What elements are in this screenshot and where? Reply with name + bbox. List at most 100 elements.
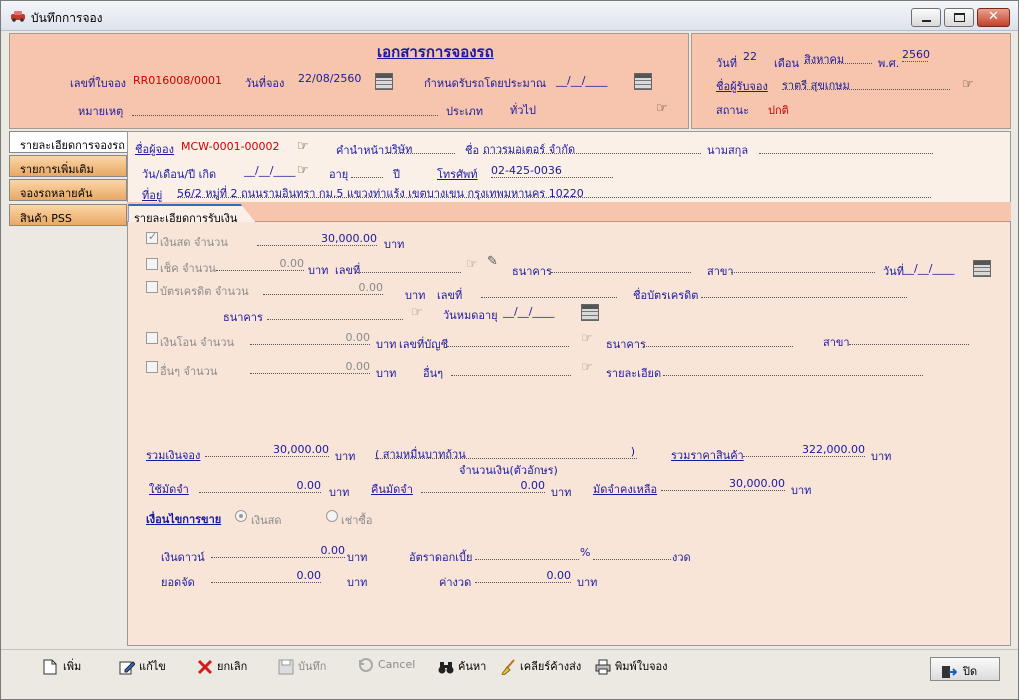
deposit-return-label[interactable]: คืนมัดจำ [371,480,413,498]
clear-pending-button[interactable]: เคลียร์ค้างส่ง [500,657,581,681]
credit-card-amount[interactable]: 0.00 [263,281,383,295]
lookup-hand-icon[interactable]: ☞ [297,139,309,154]
cheque-amount[interactable]: 0.00 [216,257,304,271]
tab-pss-products[interactable]: สินค้า PSS [9,204,127,226]
account-no-field[interactable] [447,333,569,347]
cheque-checkbox[interactable] [146,258,158,270]
cash-amount[interactable]: 30,000.00 [257,232,377,246]
calendar-icon[interactable] [581,304,599,321]
phone-value[interactable]: 02-425-0036 [491,164,613,178]
search-button[interactable]: ค้นหา [438,657,486,681]
cheque-baht: บาท [308,264,329,277]
cancel-document-button[interactable]: ยกเลิก [197,657,247,681]
transfer-bank-field[interactable] [643,333,793,347]
cash-checkbox[interactable]: ✓ [146,230,158,244]
expiry-value[interactable]: __/__/____ [503,305,554,318]
cheque-label: เช็ค จำนวน [160,262,216,275]
credit-card-name-field[interactable] [701,284,907,298]
total-booking-baht: บาท [335,450,356,463]
receiver-value[interactable]: ราตรี สุขเกษม [782,76,950,92]
calendar-icon[interactable] [973,260,991,277]
phone-label[interactable]: โทรศัพท์ [437,165,478,183]
calendar-icon[interactable] [634,73,652,90]
down-payment-baht: บาท [347,551,368,564]
add-button[interactable]: เพิ่ม [43,657,81,681]
finance-value[interactable]: 0.00 [211,569,321,583]
age-field[interactable] [351,164,383,178]
lookup-hand-icon[interactable]: ☞ [656,101,668,116]
interest-rate-field[interactable] [475,546,579,560]
close-button[interactable]: ปิด [930,657,1000,681]
lookup-hand-icon[interactable]: ☞ [581,360,593,375]
amount-in-words: ( สามหมื่นบาทถ้วน) [375,445,637,461]
doc-title: เอกสารการจองรถ [377,43,494,61]
total-price-value: 322,000.00 [743,443,865,457]
maximize-button[interactable] [944,8,974,27]
other-amount[interactable]: 0.00 [250,360,370,374]
installment-value[interactable]: 0.00 [475,569,571,583]
total-booking-label[interactable]: รวมเงินจอง [146,446,200,464]
cheque-bank-field[interactable] [551,259,691,273]
print-booking-button[interactable]: พิมพ์ใบจอง [595,657,668,681]
edit-button[interactable]: แก้ไข [119,657,166,681]
minimize-button[interactable] [911,8,941,27]
cancel-button[interactable]: Cancel [358,657,415,681]
booker-code[interactable]: MCW-0001-00002 [181,140,280,153]
tab-multi-car-booking[interactable]: จองรถหลายคัน [9,179,127,201]
credit-card-bank-field[interactable] [267,306,403,320]
type-value[interactable]: ทั่วไป [510,101,536,119]
lookup-hand-icon[interactable]: ☞ [411,305,423,320]
dob-value[interactable]: __/__/____ [244,164,295,177]
surname-field[interactable] [759,140,933,154]
receiver-label[interactable]: ชื่อผู้รับจอง [716,77,768,95]
due-date-value[interactable]: __/__/____ [556,74,607,87]
type-label: ประเภท [446,105,484,118]
credit-card-label: บัตรเครดิต จำนวน [160,285,249,298]
other-checkbox[interactable] [146,361,158,373]
finance-label: ยอดจัด [161,576,195,589]
other-text-field[interactable] [451,362,571,376]
close-window-button[interactable]: ✕ [977,8,1010,27]
cheque-date-value[interactable]: __/__/____ [903,262,954,275]
name-value[interactable]: ถาวรมอเตอร์ จำกัด [483,140,701,156]
deposit-remain-label[interactable]: มัดจำคงเหลือ [593,480,657,498]
transfer-amount[interactable]: 0.00 [250,331,370,345]
save-button[interactable]: บันทึก [278,657,326,681]
lookup-hand-icon[interactable]: ☞ [962,77,974,92]
period-field[interactable] [593,546,671,560]
cheque-branch-field[interactable] [731,259,875,273]
year-label: พ.ศ. [878,57,900,70]
pen-icon[interactable]: ✎ [487,254,498,269]
total-price-label[interactable]: รวมราคาสินค้า [671,446,744,464]
dob-label: วัน/เดือน/ปี เกิด [142,168,217,181]
cash-label: เงินสด จำนวน [160,236,228,249]
title-bar: บันทึกการจอง ✕ [1,1,1018,31]
tab-additional-items[interactable]: รายการเพิ่มเติม [9,155,127,177]
sale-hire-radio[interactable] [326,510,338,522]
other-detail-field[interactable] [663,362,923,376]
cheque-bank-label: ธนาคาร [512,265,552,278]
deposit-used-label[interactable]: ใช้มัดจำ [149,480,189,498]
transfer-checkbox[interactable] [146,332,158,344]
lookup-hand-icon[interactable]: ☞ [466,257,478,272]
tab-booking-details[interactable]: รายละเอียดการจองรถ [9,131,127,153]
amount-in-words-caption: จำนวนเงิน(ตัวอักษร) [459,464,558,477]
lookup-hand-icon[interactable]: ☞ [581,331,593,346]
deposit-remain-baht: บาท [791,484,812,497]
credit-card-no-field[interactable] [481,284,617,298]
printer-icon [595,659,611,675]
prefix-value[interactable]: บริษัท [385,140,455,156]
cheque-no-field[interactable] [357,259,461,273]
down-payment-value[interactable]: 0.00 [211,544,345,558]
booking-date-value[interactable]: 22/08/2560 [298,72,361,85]
calendar-icon[interactable] [375,73,393,90]
sale-cash-radio[interactable] [235,510,247,522]
booking-no-value[interactable]: RR016008/0001 [133,74,222,87]
transfer-branch-field[interactable] [849,331,969,345]
note-field[interactable] [132,102,438,116]
address-value[interactable]: 56/2 หมู่ที่ 2 ถนนรามอินทรา กม.5 แขวงท่า… [177,184,931,200]
sale-cash-label: เงินสด [251,514,282,527]
credit-card-checkbox[interactable] [146,281,158,293]
lookup-hand-icon[interactable]: ☞ [297,163,309,178]
booker-label[interactable]: ชื่อผู้จอง [135,140,174,158]
